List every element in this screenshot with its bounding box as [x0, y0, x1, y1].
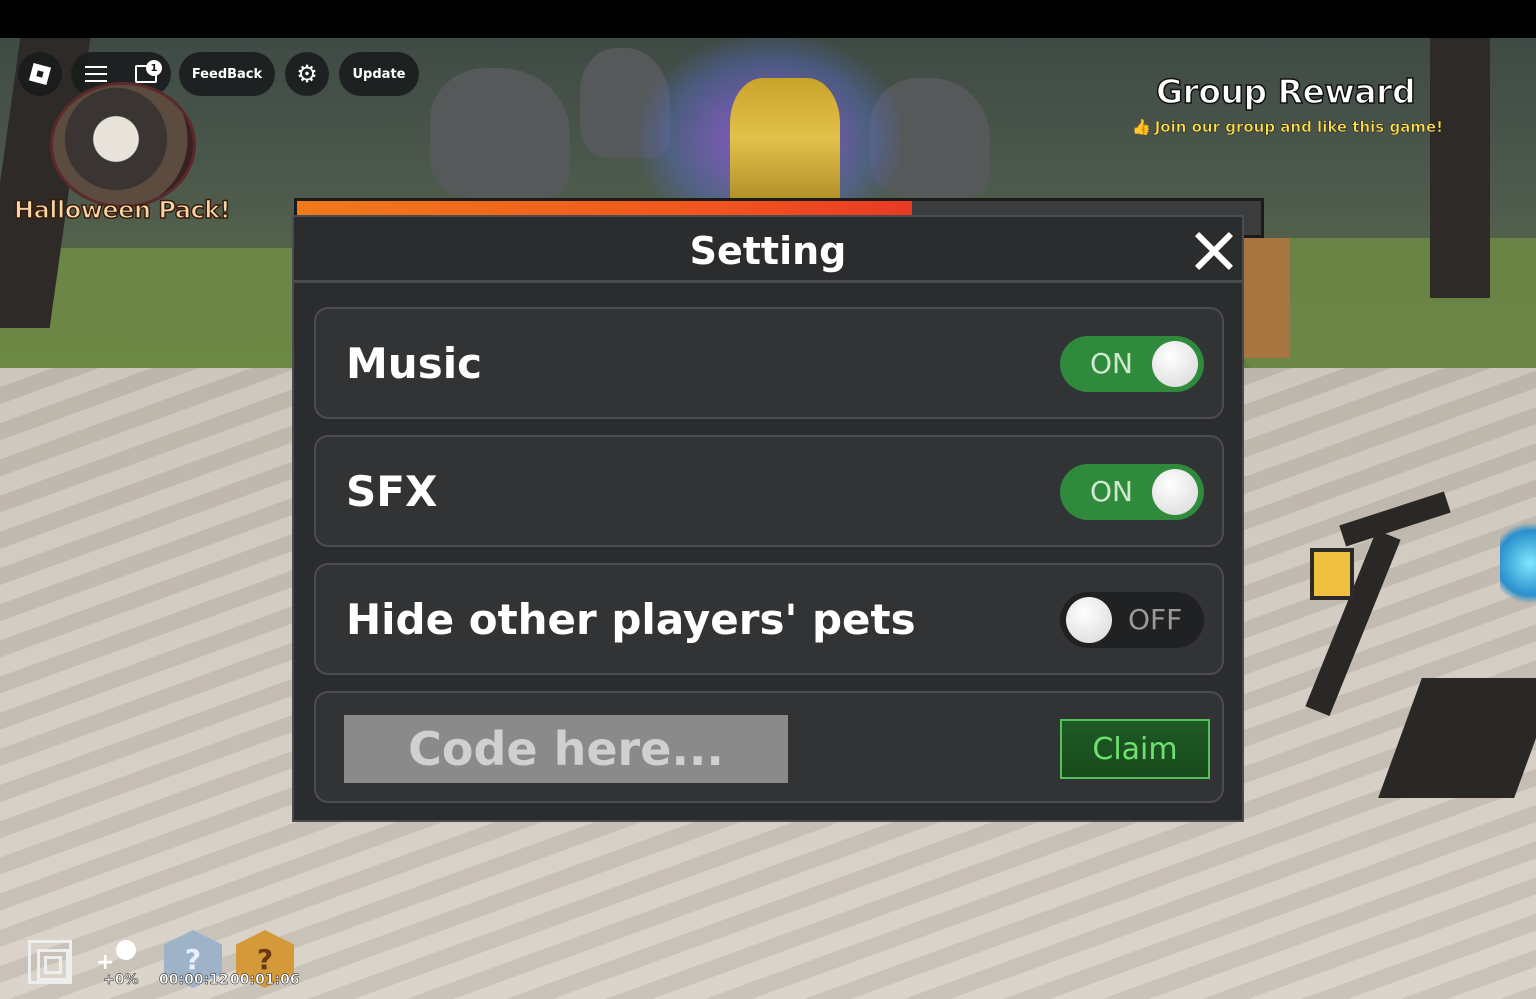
gear-icon: ⚙ — [296, 60, 318, 88]
tree-trunk — [1430, 38, 1490, 298]
code-input[interactable] — [344, 715, 788, 783]
update-button[interactable]: Update — [339, 52, 419, 96]
roblox-logo-icon — [28, 62, 52, 86]
toggle-knob — [1066, 597, 1112, 643]
setting-row-music: Music ON — [314, 307, 1224, 419]
halloween-pack-label[interactable]: Halloween Pack! — [13, 195, 231, 225]
halloween-pack-avatar[interactable] — [50, 82, 196, 208]
boost-timer: 00:00:12 — [159, 972, 229, 989]
group-reward-title[interactable]: Group Reward — [1155, 71, 1416, 112]
chat-notification-badge: 1 — [146, 60, 162, 76]
hide-pets-toggle[interactable]: OFF — [1060, 592, 1204, 648]
lantern — [1310, 548, 1354, 600]
thumbs-up-icon: 👍 — [1132, 118, 1151, 137]
toggle-knob — [1152, 341, 1198, 387]
toggle-state-text: ON — [1090, 475, 1133, 508]
top-black-bar — [0, 0, 1536, 38]
group-reward-subtitle: 👍 Join our group and like this game! — [1132, 118, 1444, 137]
settings-title: Setting — [689, 229, 847, 273]
setting-row-sfx: SFX ON — [314, 435, 1224, 547]
boost-timer: 00:01:06 — [230, 972, 300, 989]
roblox-menu-button[interactable] — [18, 52, 62, 96]
close-button[interactable] — [1190, 227, 1238, 275]
setting-row-hide-pets: Hide other players' pets OFF — [314, 563, 1224, 675]
friend-bonus-percent: +0% — [103, 972, 139, 989]
setting-label-sfx: SFX — [346, 467, 438, 516]
rock — [430, 68, 570, 198]
portal-glow — [1500, 518, 1536, 608]
settings-header: Setting — [294, 217, 1242, 283]
settings-button[interactable]: ⚙ — [285, 52, 329, 96]
hamburger-menu-icon[interactable] — [85, 66, 107, 82]
person-icon — [116, 940, 136, 960]
toggle-state-text: OFF — [1128, 603, 1183, 636]
feedback-button[interactable]: FeedBack — [179, 52, 275, 96]
close-icon — [1192, 229, 1236, 273]
group-reward-subtitle-text: Join our group and like this game! — [1154, 118, 1443, 137]
toggle-state-text: ON — [1090, 347, 1133, 380]
setting-row-code: Claim — [314, 691, 1224, 803]
setting-label-music: Music — [346, 339, 482, 388]
toggle-knob — [1152, 469, 1198, 515]
sfx-toggle[interactable]: ON — [1060, 464, 1204, 520]
setting-label-hide-pets: Hide other players' pets — [346, 595, 916, 644]
claim-button[interactable]: Claim — [1060, 719, 1210, 779]
settings-panel: Setting Music ON SFX ON Hide other playe… — [292, 215, 1244, 822]
spiral-menu-icon[interactable] — [28, 940, 72, 984]
music-toggle[interactable]: ON — [1060, 336, 1204, 392]
